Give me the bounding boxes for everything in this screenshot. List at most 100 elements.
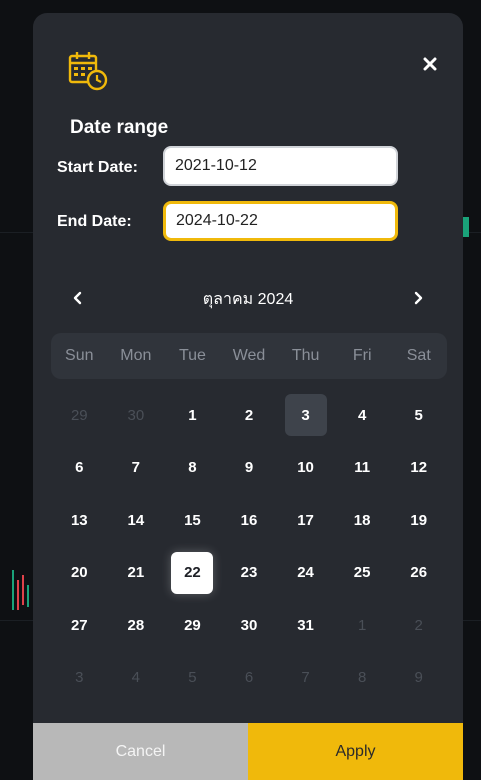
- day-cell[interactable]: 2: [221, 389, 278, 442]
- day-cell: 8: [334, 652, 391, 705]
- backdrop-candle: [12, 570, 14, 610]
- day-number: 26: [410, 564, 428, 582]
- day-cell[interactable]: 6: [51, 442, 108, 495]
- day-number: 12: [410, 459, 428, 477]
- day-cell[interactable]: 4: [334, 389, 391, 442]
- month-label: ตุลาคม 2024: [202, 291, 294, 308]
- day-number: 5: [414, 406, 423, 424]
- day-number: 7: [131, 459, 141, 477]
- day-cell[interactable]: 29: [164, 599, 221, 652]
- day-number: 6: [244, 669, 254, 687]
- day-number: 4: [357, 406, 367, 424]
- day-number: 28: [127, 616, 145, 634]
- day-cell[interactable]: 28: [108, 599, 165, 652]
- weekday-label: Tue: [178, 347, 206, 364]
- day-cell: 1: [334, 599, 391, 652]
- day-number: 1: [188, 406, 197, 424]
- day-number: 23: [240, 564, 258, 582]
- next-month-button[interactable]: [403, 283, 433, 313]
- day-number: 2: [414, 616, 423, 634]
- weekday-label: Thu: [291, 347, 320, 364]
- day-cell[interactable]: 8: [164, 442, 221, 495]
- backdrop-candle: [22, 575, 24, 605]
- day-number: 9: [414, 669, 423, 687]
- day-cell[interactable]: 19: [390, 494, 447, 547]
- day-cell[interactable]: 27: [51, 599, 108, 652]
- day-number: 25: [353, 564, 371, 582]
- day-cell: 30: [108, 389, 165, 442]
- day-cell[interactable]: 21: [108, 547, 165, 600]
- start-date-label: Start Date:: [57, 159, 138, 176]
- start-date-input[interactable]: [163, 146, 398, 186]
- day-cell[interactable]: 23: [221, 547, 278, 600]
- end-date-label: End Date:: [57, 213, 132, 230]
- day-number: 7: [301, 669, 310, 687]
- day-number: 31: [297, 616, 314, 634]
- date-range-dialog: Date range Start Date: End Date: ตุลาคม …: [33, 13, 463, 780]
- today-day-cell[interactable]: 3: [277, 389, 334, 442]
- day-cell: 4: [108, 652, 165, 705]
- day-cell[interactable]: 31: [277, 599, 334, 652]
- day-number: 30: [127, 406, 145, 424]
- day-cell[interactable]: 16: [221, 494, 278, 547]
- day-cell[interactable]: 17: [277, 494, 334, 547]
- day-cell[interactable]: 14: [108, 494, 165, 547]
- day-number: 18: [353, 511, 371, 529]
- day-cell: 29: [51, 389, 108, 442]
- day-cell[interactable]: 9: [221, 442, 278, 495]
- day-grid: 29 30 1 2 3 4 5 6 7 8 9 10 11 12 13 14 15 16 17 18 19 20 21 22 2…: [51, 389, 447, 704]
- day-number: 17: [297, 511, 314, 529]
- day-cell: 2: [390, 599, 447, 652]
- day-cell[interactable]: 1: [164, 389, 221, 442]
- day-cell[interactable]: 12: [390, 442, 447, 495]
- day-cell: 5: [164, 652, 221, 705]
- selected-day-cell[interactable]: 22: [164, 547, 221, 600]
- day-cell[interactable]: 10: [277, 442, 334, 495]
- day-cell[interactable]: 26: [390, 547, 447, 600]
- day-number: 5: [188, 669, 197, 687]
- day-number: 21: [127, 564, 145, 582]
- day-number: 16: [240, 511, 258, 529]
- day-number: 6: [75, 459, 84, 477]
- weekday-label: Fri: [352, 347, 372, 364]
- day-cell[interactable]: 20: [51, 547, 108, 600]
- chevron-right-icon: [414, 291, 423, 305]
- month-navigation: ตุลาคม 2024: [33, 283, 463, 313]
- day-number: 15: [184, 511, 201, 529]
- close-button[interactable]: [419, 53, 441, 75]
- weekday-header: Sun Mon Tue Wed Thu Fri Sat: [51, 333, 447, 379]
- day-number: 8: [357, 669, 367, 687]
- weekday-label: Wed: [232, 347, 266, 364]
- end-date-input[interactable]: [163, 201, 398, 241]
- day-number: 29: [70, 406, 88, 424]
- day-number: 11: [354, 459, 371, 477]
- day-cell[interactable]: 5: [390, 389, 447, 442]
- cancel-button[interactable]: Cancel: [33, 723, 248, 780]
- weekday-label: Mon: [120, 347, 152, 364]
- day-cell[interactable]: 7: [108, 442, 165, 495]
- dialog-footer: Cancel Apply: [33, 723, 463, 780]
- day-number: 30: [240, 616, 258, 634]
- day-number: 8: [188, 459, 197, 477]
- apply-button[interactable]: Apply: [248, 723, 463, 780]
- day-number: 13: [70, 511, 88, 529]
- day-number: 22: [171, 551, 214, 594]
- backdrop-candle: [17, 580, 19, 610]
- day-cell[interactable]: 18: [334, 494, 391, 547]
- day-number: 20: [70, 564, 88, 582]
- day-cell[interactable]: 15: [164, 494, 221, 547]
- day-number: 29: [184, 616, 201, 634]
- day-cell[interactable]: 13: [51, 494, 108, 547]
- day-number: 19: [410, 511, 428, 529]
- day-number: 4: [131, 669, 141, 687]
- day-number: 9: [244, 459, 254, 477]
- day-cell[interactable]: 25: [334, 547, 391, 600]
- day-cell[interactable]: 24: [277, 547, 334, 600]
- calendar-clock-icon: [68, 51, 108, 91]
- day-cell[interactable]: 30: [221, 599, 278, 652]
- day-cell: 9: [390, 652, 447, 705]
- backdrop-candle: [27, 585, 29, 607]
- dialog-title: Date range: [70, 117, 169, 138]
- day-number: 10: [297, 459, 314, 477]
- day-cell[interactable]: 11: [334, 442, 391, 495]
